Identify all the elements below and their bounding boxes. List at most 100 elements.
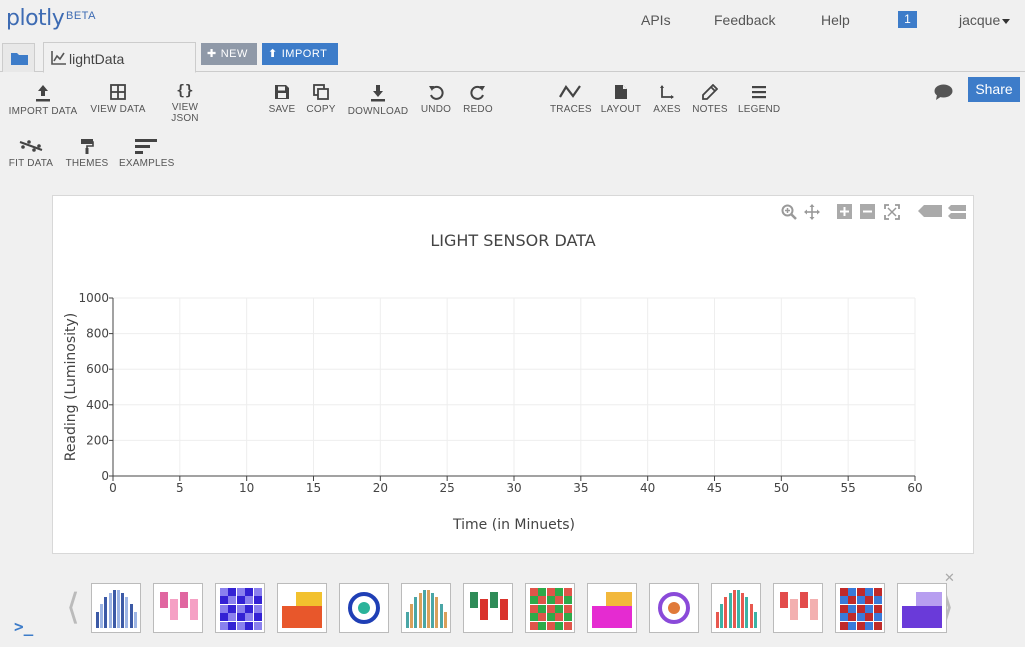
y-tick-label: 200 (86, 433, 109, 447)
thumb-heatmap[interactable] (277, 583, 327, 633)
thumb-polar-lines[interactable] (401, 583, 451, 633)
share-button[interactable]: Share (968, 77, 1020, 102)
hover-closest-icon[interactable] (918, 204, 942, 218)
thumb-contour-lines[interactable] (525, 583, 575, 633)
axes-label: AXES (653, 104, 681, 115)
thumb-wind-rose[interactable] (463, 583, 513, 633)
legend-icon (752, 86, 766, 99)
view-data-button[interactable]: VIEW DATA (89, 84, 147, 115)
axes-button[interactable]: AXES (652, 84, 682, 115)
view-data-label: VIEW DATA (90, 104, 146, 115)
paint-roller-icon (81, 139, 94, 154)
redo-button[interactable]: REDO (463, 84, 493, 115)
layout-icon (615, 85, 627, 99)
x-tick-label: 20 (373, 481, 388, 495)
x-tick-label: 45 (707, 481, 722, 495)
copy-button[interactable]: COPY (305, 84, 337, 115)
save-label: SAVE (268, 104, 296, 115)
upload-icon (36, 85, 50, 102)
import-button[interactable]: ⬆ IMPORT (262, 43, 338, 65)
thumb-bubbles[interactable] (773, 583, 823, 633)
notes-button[interactable]: NOTES (692, 84, 728, 115)
nav-link-apis[interactable]: APIs (641, 12, 671, 28)
beta-badge: BETA (66, 10, 96, 22)
undo-label: UNDO (420, 104, 452, 115)
pan-icon[interactable] (804, 204, 820, 220)
carousel-prev-arrow[interactable]: ⟨ (66, 587, 80, 628)
thumb-box-line[interactable] (649, 583, 699, 633)
x-tick-label: 30 (506, 481, 521, 495)
hover-compare-icon[interactable] (948, 204, 966, 220)
thumb-box-plot[interactable] (153, 583, 203, 633)
copy-icon (313, 84, 329, 100)
close-carousel-icon[interactable]: ✕ (944, 570, 955, 586)
x-tick-label: 40 (640, 481, 655, 495)
nav-link-help[interactable]: Help (821, 12, 850, 28)
examples-button[interactable]: EXAMPLES (119, 138, 174, 169)
user-menu[interactable]: jacque (959, 12, 1011, 28)
thumb-histogram[interactable] (587, 583, 637, 633)
notes-label: NOTES (692, 104, 728, 115)
layout-label: LAYOUT (600, 104, 642, 115)
caret-down-icon (1002, 18, 1011, 24)
view-json-button[interactable]: {} VIEW JSON (157, 84, 213, 124)
import-data-button[interactable]: IMPORT DATA (8, 84, 78, 117)
x-tick-label: 35 (573, 481, 588, 495)
nav-link-feedback[interactable]: Feedback (714, 12, 775, 28)
x-tick-label: 25 (440, 481, 455, 495)
thumb-error-bars[interactable] (711, 583, 761, 633)
thumb-bar-annotated[interactable] (215, 583, 265, 633)
fit-data-label: FIT DATA (8, 158, 54, 169)
view-json-label: VIEW JSON (171, 102, 199, 124)
import-data-label: IMPORT DATA (8, 106, 78, 117)
undo-icon (429, 85, 444, 100)
thumb-area[interactable] (339, 583, 389, 633)
line-chart-icon (51, 51, 66, 65)
fit-data-icon (19, 140, 43, 152)
tab-lightdata[interactable]: lightData (43, 42, 196, 73)
redo-label: REDO (463, 104, 493, 115)
x-tick-label: 5 (176, 481, 184, 495)
save-button[interactable]: SAVE (268, 84, 296, 115)
console-prompt-icon[interactable]: >_ (14, 617, 33, 636)
y-tick-label: 600 (86, 362, 109, 376)
layout-button[interactable]: LAYOUT (600, 84, 642, 115)
pencil-icon (702, 84, 718, 100)
x-tick-label: 55 (841, 481, 856, 495)
autoscale-icon[interactable] (884, 204, 900, 220)
plus-icon: ✚ (207, 48, 217, 60)
examples-carousel: ⟨ ⟩ (0, 575, 1025, 647)
zoom-icon[interactable] (781, 204, 797, 220)
download-button[interactable]: DOWNLOAD (346, 84, 410, 117)
themes-label: THEMES (65, 158, 109, 169)
notification-badge[interactable]: 1 (898, 11, 917, 28)
thumb-bell-bars[interactable] (91, 583, 141, 633)
traces-button[interactable]: TRACES (550, 84, 592, 115)
y-tick-label: 800 (86, 327, 109, 341)
tab-row: lightData ✚ NEW ⬆ IMPORT (0, 40, 1025, 73)
new-label: NEW (220, 48, 248, 60)
fit-data-button[interactable]: FIT DATA (6, 138, 56, 169)
grid-icon (110, 84, 126, 100)
new-button[interactable]: ✚ NEW (201, 43, 257, 65)
download-label: DOWNLOAD (347, 106, 409, 117)
tab-label: lightData (69, 51, 125, 67)
y-axis-title: Reading (Luminosity) (63, 313, 79, 462)
download-icon (371, 85, 385, 102)
legend-button[interactable]: LEGEND (738, 84, 780, 115)
undo-button[interactable]: UNDO (420, 84, 452, 115)
zoom-out-icon[interactable] (860, 204, 875, 219)
x-tick-label: 0 (109, 481, 117, 495)
comment-icon[interactable] (934, 84, 953, 100)
upload-icon: ⬆ (268, 48, 278, 60)
x-tick-label: 10 (239, 481, 254, 495)
thumb-network[interactable] (897, 583, 947, 633)
thumb-matrix[interactable] (835, 583, 885, 633)
folder-tab[interactable] (2, 43, 35, 72)
zoom-in-icon[interactable] (837, 204, 852, 219)
plotly-logo[interactable]: plotly (6, 6, 65, 31)
themes-button[interactable]: THEMES (65, 138, 109, 169)
y-tick-label: 400 (86, 398, 109, 412)
braces-icon: {} (176, 83, 194, 99)
y-tick-label: 1000 (78, 291, 109, 305)
